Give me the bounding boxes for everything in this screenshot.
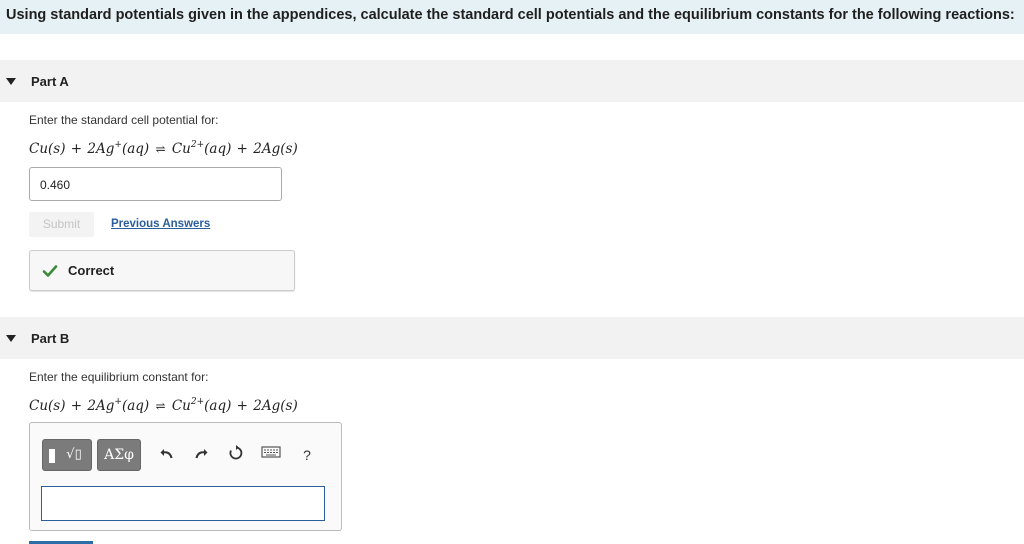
undo-icon <box>160 449 173 459</box>
part-b-equation: Cu(s) + 2Ag+(aq) ⇌ Cu2+(aq) + 2Ag(s) <box>29 397 298 414</box>
eq-term: Cu(s) <box>29 398 66 414</box>
help-button[interactable]: ? <box>297 445 317 465</box>
eq-term: (aq) <box>121 141 150 157</box>
reset-button[interactable] <box>226 445 246 465</box>
collapse-caret-icon[interactable] <box>6 78 16 85</box>
eq-op: + <box>70 141 83 157</box>
eq-term: 2Ag <box>87 398 115 414</box>
eq-term: 2Ag(s) <box>253 141 298 157</box>
templates-label: √▯ <box>66 447 82 462</box>
feedback-text: Correct <box>68 263 115 278</box>
equilibrium-arrow: ⇌ <box>155 142 166 156</box>
part-b-prompt: Enter the equilibrium constant for: <box>29 370 209 384</box>
part-a-title: Part A <box>31 74 69 89</box>
templates-icon <box>49 449 55 463</box>
part-b-answer-field[interactable] <box>41 486 325 521</box>
part-a-answer-field[interactable]: 0.460 <box>29 167 282 201</box>
undo-button[interactable] <box>157 445 177 465</box>
reset-icon <box>229 445 243 460</box>
keyboard-icon <box>261 446 281 458</box>
eq-sup: 2+ <box>190 397 205 407</box>
part-b-title: Part B <box>31 331 70 346</box>
part-a-header[interactable]: Part A <box>0 60 1024 102</box>
equilibrium-arrow: ⇌ <box>155 399 166 413</box>
eq-term: (aq) <box>204 141 232 157</box>
redo-icon <box>195 449 208 459</box>
part-a-answer-value: 0.460 <box>40 178 71 192</box>
previous-answers-link[interactable]: Previous Answers <box>111 218 210 230</box>
greek-symbols-icon: ΑΣφ <box>104 447 134 463</box>
eq-op: + <box>236 141 248 157</box>
eq-term: Cu(s) <box>29 141 66 157</box>
templates-button[interactable]: √▯ <box>42 439 92 471</box>
part-a-prompt: Enter the standard cell potential for: <box>29 113 219 127</box>
math-editor: √▯ ΑΣφ ? <box>29 422 342 531</box>
eq-op: + <box>70 398 83 414</box>
eq-sup: + <box>114 397 122 407</box>
part-b-header[interactable]: Part B <box>0 317 1024 359</box>
collapse-caret-icon[interactable] <box>6 335 16 342</box>
question-header: Using standard potentials given in the a… <box>0 0 1024 34</box>
eq-term: 2Ag <box>87 141 115 157</box>
eq-term: (aq) <box>204 398 232 414</box>
eq-term: (aq) <box>121 398 150 414</box>
eq-term: Cu <box>171 398 191 414</box>
keyboard-button[interactable] <box>261 445 281 465</box>
eq-term: Cu <box>171 141 191 157</box>
redo-button[interactable] <box>191 445 211 465</box>
feedback-box: Correct <box>29 250 295 291</box>
eq-op: + <box>236 398 248 414</box>
help-icon: ? <box>303 447 311 463</box>
greek-symbols-button[interactable]: ΑΣφ <box>97 439 141 471</box>
eq-sup: 2+ <box>190 140 205 150</box>
eq-term: 2Ag(s) <box>253 398 298 414</box>
part-a-equation: Cu(s) + 2Ag+(aq) ⇌ Cu2+(aq) + 2Ag(s) <box>29 140 298 157</box>
checkmark-icon <box>42 265 58 277</box>
submit-button[interactable]: Submit <box>29 212 94 237</box>
question-text: Using standard potentials given in the a… <box>6 7 1015 23</box>
eq-sup: + <box>114 140 122 150</box>
